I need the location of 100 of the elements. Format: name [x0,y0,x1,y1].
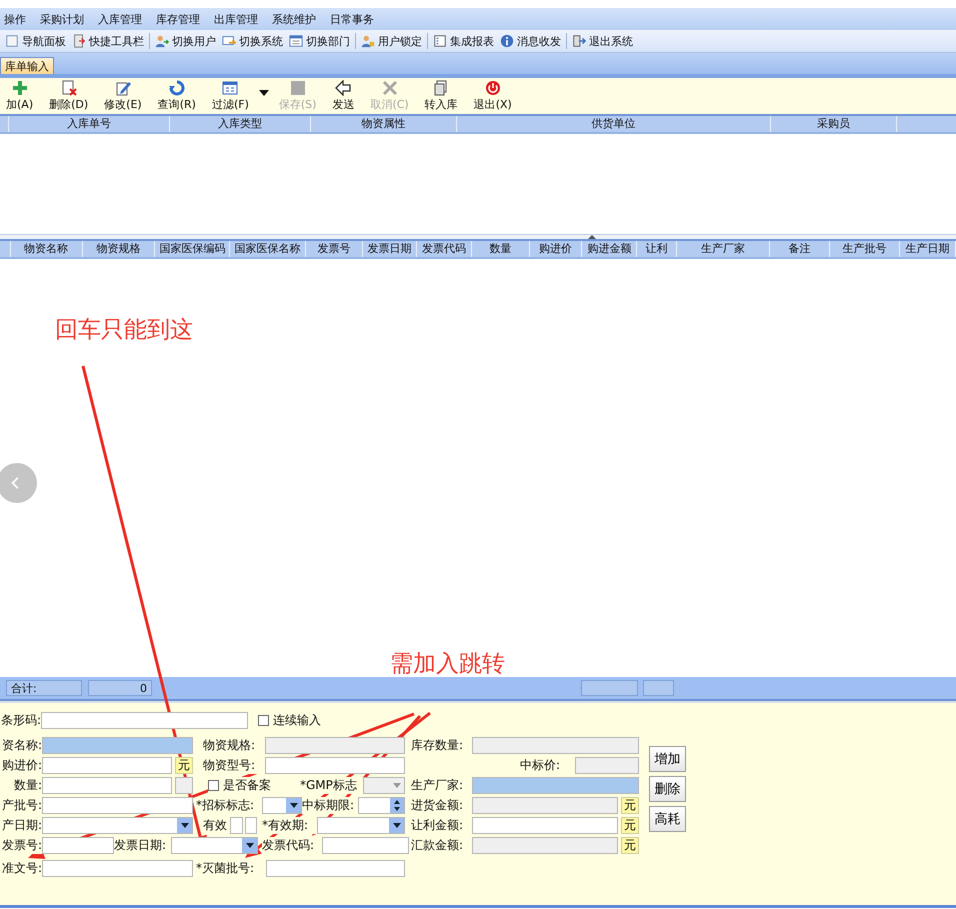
toolbar-button[interactable]: 用户锁定 [358,34,425,48]
column-header[interactable]: 生产日期 [900,241,956,257]
caret-icon[interactable] [258,90,269,98]
report-icon [433,34,447,48]
toolbar-button[interactable]: 切换部门 [286,34,353,48]
toolbar-button[interactable]: 退出系统 [569,34,636,48]
column-header[interactable]: 发票号 [306,241,363,257]
toolbar-button[interactable]: 过滤(F) [206,80,255,112]
unit-label: 元 [175,757,193,774]
spinner-field[interactable] [358,797,405,814]
dropdown-field[interactable] [317,817,405,834]
input-field[interactable] [41,712,248,729]
column-header[interactable]: 数量 [472,241,530,257]
tab[interactable]: 库单输入 [0,57,54,74]
square-icon [290,80,306,96]
window-icon [222,34,236,48]
toolbar-button[interactable]: 查询(R) [152,80,202,112]
column-header[interactable]: 物资名称 [10,241,83,257]
input-field[interactable] [245,817,257,834]
input-field[interactable] [42,860,193,877]
input-field[interactable] [42,837,114,854]
column-header[interactable]: 物资规格 [82,241,156,257]
document-icon [72,34,86,48]
column-header[interactable]: 国家医保名称 [230,241,306,257]
column-header[interactable]: 购进金额 [582,241,638,257]
info-icon [500,34,514,48]
user-lock-icon [361,34,375,48]
column-header[interactable]: 供货单位 [457,116,771,132]
unit-label: 元 [621,837,639,854]
unit-label: 元 [621,817,639,834]
delete-document-icon [60,80,77,96]
toolbar-button[interactable]: 加(A) [0,80,40,112]
input-field[interactable] [42,757,172,774]
previous-button[interactable] [0,463,37,503]
field-label: 物资型号: [203,757,265,774]
menu-item[interactable]: 出库管理 [214,12,258,26]
field-label: 发票号: [0,837,42,854]
menu-item[interactable]: 操作 [4,12,26,26]
menu-item[interactable]: 系统维护 [272,12,316,26]
input-field[interactable] [42,797,193,814]
arrow-icon [335,80,352,96]
column-header[interactable]: 生产厂家 [676,241,770,257]
toolbar-button[interactable]: 转入库 [418,80,464,112]
menu-item[interactable]: 采购计划 [40,12,84,26]
column-header[interactable]: 入库单号 [9,116,170,132]
toolbar-button[interactable]: 退出(X) [468,80,518,112]
menu-item[interactable]: 库存管理 [156,12,200,26]
dropdown-field[interactable] [42,817,193,834]
toolbar-button[interactable]: 消息收发 [497,34,564,48]
column-header[interactable]: 入库类型 [170,116,311,132]
form-button[interactable]: 高耗 [649,806,686,832]
toolbar-button[interactable]: 发送 [326,80,360,112]
input-field[interactable] [266,860,405,877]
toolbar-button[interactable]: 修改(E) [98,80,148,112]
dropdown-field[interactable] [171,837,258,854]
column-header[interactable]: 发票代码 [417,241,472,257]
input-field[interactable] [265,757,405,774]
user-icon [155,34,169,48]
toolbar-button[interactable]: 删除(D) [43,80,94,112]
field-label: 资名称: [0,737,42,754]
field-label: 准文号: [0,860,42,877]
panel-icon [5,34,19,48]
plus-icon [12,80,28,96]
toolbar-button[interactable]: 快捷工具栏 [69,34,147,48]
total-value: 0 [88,680,152,696]
toolbar-button[interactable]: 切换用户 [152,34,219,48]
unit-label: 元 [621,797,639,814]
menu-item[interactable]: 日常事务 [330,12,374,26]
field-label: 产批号: [0,797,42,814]
toolbar-button[interactable]: 导航面板 [2,34,69,48]
column-header[interactable]: 发票日期 [362,241,418,257]
input-field[interactable] [42,737,193,754]
form-button[interactable]: 增加 [649,746,686,772]
column-header[interactable]: 物资属性 [311,116,457,132]
dropdown-field[interactable] [262,797,302,814]
grid-icon [222,80,238,96]
field-label: 条形码: [0,712,41,729]
field-label: *有效期: [262,817,317,834]
caret-icon [180,823,188,828]
refresh-icon [168,80,185,96]
splitter-arrow-icon [588,235,596,239]
input-field[interactable] [42,777,172,794]
column-header[interactable]: 备注 [770,241,830,257]
field-label: 有效 [203,817,230,834]
input-field[interactable] [322,837,409,854]
column-header[interactable]: 生产批号 [830,241,900,257]
caret-icon [246,843,254,848]
form-button[interactable]: 删除 [649,776,686,802]
column-header[interactable]: 国家医保编码 [155,241,230,257]
column-header[interactable]: 让利 [637,241,677,257]
toolbar-button[interactable]: 切换系统 [219,34,286,48]
input-field[interactable] [230,817,243,834]
column-header[interactable]: 购进价 [530,241,582,257]
documents-icon [433,80,450,96]
input-field[interactable] [472,777,639,794]
caret-icon [392,783,400,788]
input-field[interactable] [472,817,618,834]
toolbar-button[interactable]: 集成报表 [430,34,497,48]
menu-item[interactable]: 入库管理 [98,12,142,26]
column-header[interactable]: 采购员 [771,116,897,132]
